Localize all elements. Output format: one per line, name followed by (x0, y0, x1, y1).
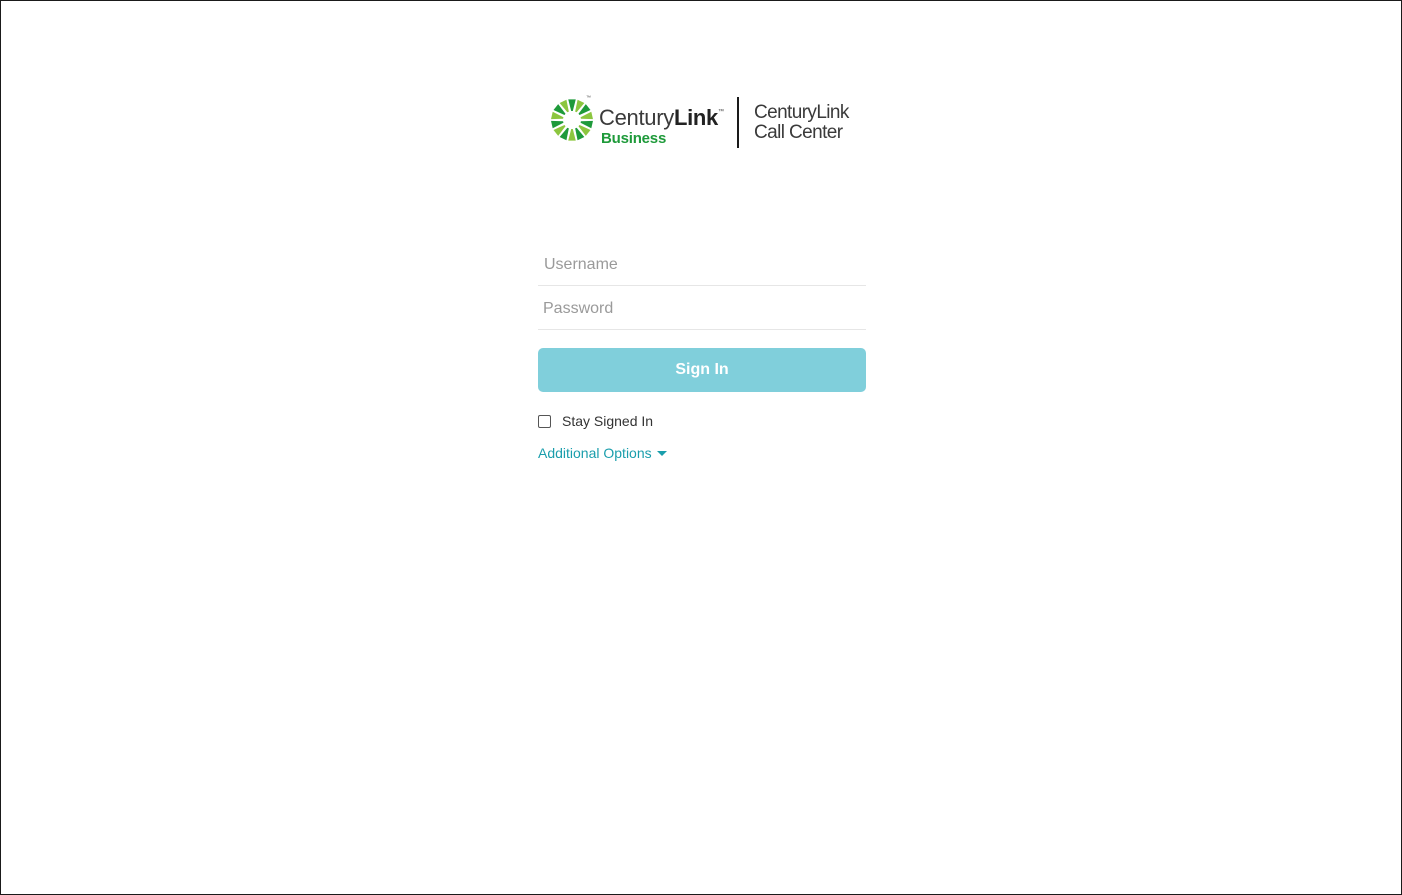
stay-signed-in-checkbox[interactable] (538, 415, 551, 428)
product-name: CenturyLink Call Center (754, 103, 849, 143)
brand-name-regular: Century (599, 105, 674, 130)
stay-signed-in[interactable]: Stay Signed In (538, 411, 653, 431)
centurylink-logo: ™ CenturyLink™ Business CenturyLink Call… (549, 95, 849, 151)
logo-trademark: ™ (586, 95, 591, 101)
additional-options-label[interactable]: Additional Options (538, 445, 652, 461)
password-input[interactable] (538, 288, 866, 330)
sign-in-button[interactable]: Sign In (538, 348, 866, 392)
logo-ray (568, 99, 576, 112)
caret-down-icon[interactable] (656, 451, 667, 456)
brand-name: CenturyLink™ (599, 105, 724, 131)
app-window: ™ CenturyLink™ Business CenturyLink Call… (0, 0, 1402, 895)
sunburst-logo-icon (551, 99, 593, 141)
username-input[interactable] (538, 244, 866, 286)
brand-subtitle: Business (601, 130, 667, 147)
logo-divider (737, 97, 739, 148)
brand-trademark: ™ (717, 109, 724, 115)
product-name-line1: CenturyLink (754, 102, 849, 123)
product-name-line2: Call Center (754, 122, 843, 143)
brand-name-bold: Link (673, 105, 718, 130)
logo-ray (568, 128, 576, 141)
additional-options-link[interactable]: Additional Options (538, 444, 667, 462)
stay-signed-in-label[interactable]: Stay Signed In (562, 413, 653, 429)
